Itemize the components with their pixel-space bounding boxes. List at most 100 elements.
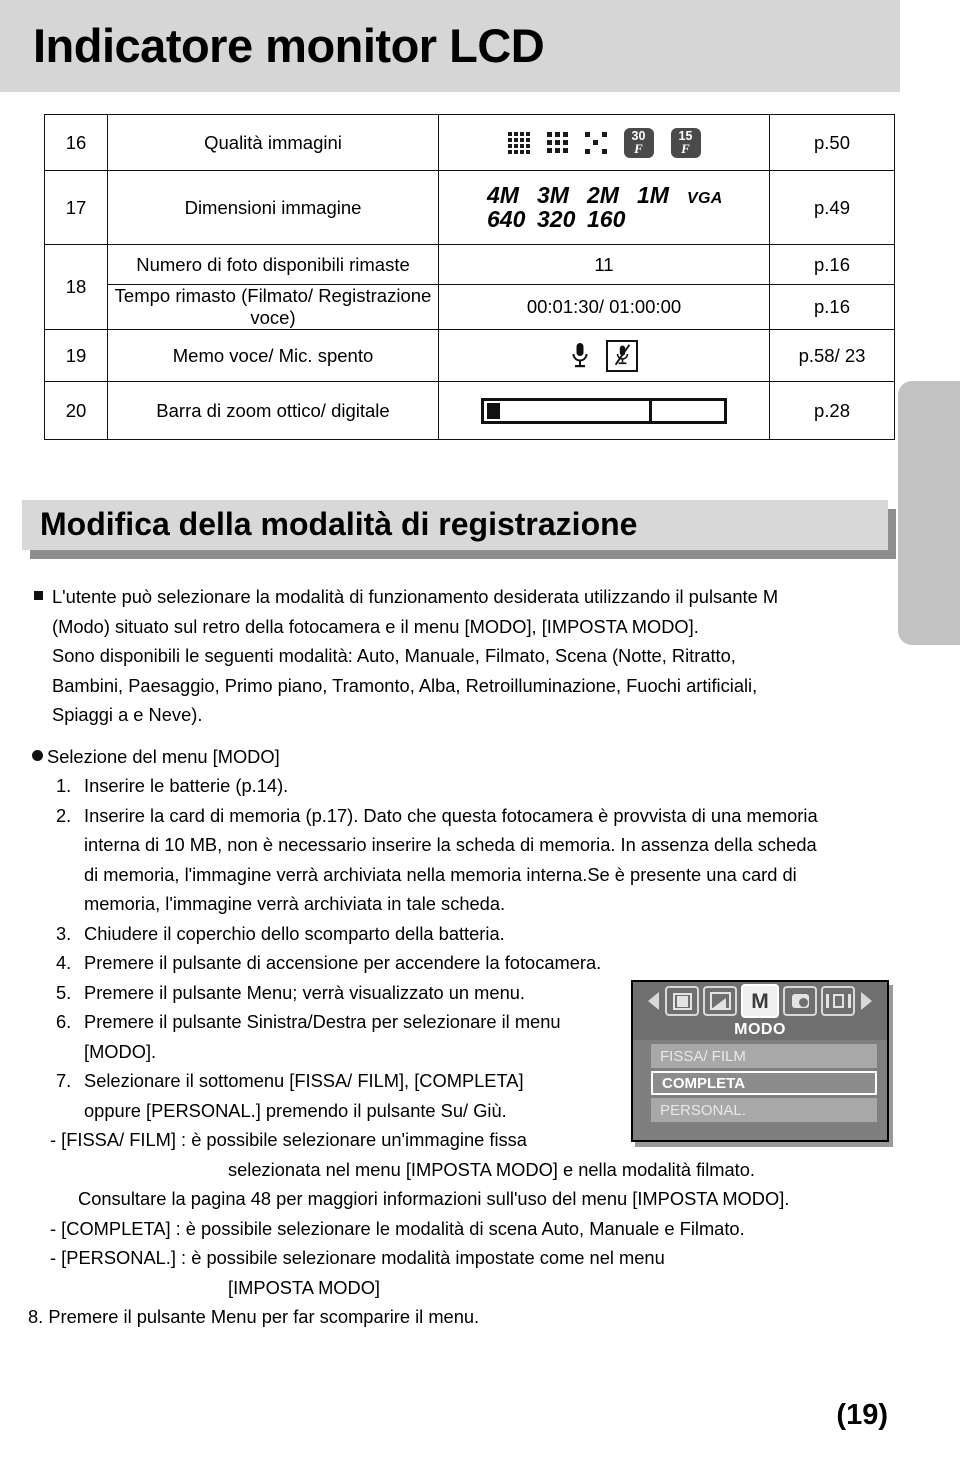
round-bullet-icon xyxy=(32,749,43,761)
lcd-tab-bar: M xyxy=(633,982,887,1020)
row-page-ref: p.50 xyxy=(769,114,895,171)
camera-lcd-menu-panel: M MODO FISSA/ FILM COMPLETA PERSONAL. xyxy=(631,980,889,1142)
framerate-30-icon: 30 F xyxy=(623,127,654,158)
section-heading-text: Modifica della modalità di registrazione xyxy=(40,506,638,542)
table-row: 19 Memo voce/ Mic. spento p.58/ 23 xyxy=(44,329,895,382)
quality-fine-icon xyxy=(546,132,568,153)
tab-mode-m-icon[interactable]: M xyxy=(741,984,779,1018)
table-row: 16 Qualità immagini 30 F 15 F p.50 xyxy=(44,114,895,171)
step-number: 6. xyxy=(56,1011,72,1032)
zoom-bar-optical-segment xyxy=(484,400,652,421)
step-text: interna di 10 MB, non è necessario inser… xyxy=(84,834,817,855)
step-text: di memoria, l'immagine verrà archiviata … xyxy=(84,863,797,885)
row-icons: 4M 3M 2M 1M VGA 640 320 160 1M VGA xyxy=(438,170,770,245)
dash-note: Consultare la pagina 48 per maggiori inf… xyxy=(78,1188,790,1209)
image-size-640: 640 xyxy=(487,205,526,232)
step-number: 4. xyxy=(56,952,72,973)
list-item: 4. Premere il pulsante di accensione per… xyxy=(28,948,918,978)
tab-display-icon[interactable] xyxy=(821,986,855,1016)
image-size-3m: 3M xyxy=(537,182,569,209)
dash-item-continuation: selezionata nel menu [IMPOSTA MODO] e ne… xyxy=(228,1158,755,1180)
image-size-vga: VGA xyxy=(687,190,723,208)
quality-normal-icon xyxy=(584,131,607,154)
image-size-4m: 4M xyxy=(487,182,519,209)
microphone-icon xyxy=(572,342,588,367)
intro-line: Spiaggi a e Neve). xyxy=(52,704,203,725)
list-item: 3. Chiudere il coperchio dello scomparto… xyxy=(28,919,918,949)
film-glyph: F xyxy=(681,140,690,156)
film-glyph: F xyxy=(634,140,643,156)
microphone-off-icon xyxy=(606,339,638,372)
quality-superfine-icon xyxy=(507,131,530,154)
row-icons xyxy=(438,381,770,440)
lcd-menu-item-fissa-film[interactable]: FISSA/ FILM xyxy=(651,1044,877,1068)
row-description: Tempo rimasto (Filmato/ Registrazione vo… xyxy=(107,284,439,330)
step-number: 3. xyxy=(56,922,72,944)
step-number: 7. xyxy=(56,1070,72,1091)
row-icons xyxy=(438,329,770,382)
step-text: memoria, l'immagine verrà archiviata in … xyxy=(84,893,506,914)
step-text: Premere il pulsante di accensione per ac… xyxy=(84,952,602,973)
arrow-right-icon[interactable] xyxy=(861,992,872,1010)
image-size-160: 160 xyxy=(587,205,626,232)
dash-item-continuation: [IMPOSTA MODO] xyxy=(228,1276,381,1298)
tab-playback-icon[interactable] xyxy=(665,986,699,1016)
page-number: (19) xyxy=(836,1399,888,1431)
row-value: 00:01:30/ 01:00:00 xyxy=(438,284,770,330)
list-item: 2. Inserire la card di memoria (p.17). D… xyxy=(28,801,918,919)
lcd-indicator-table: 16 Qualità immagini 30 F 15 F p.50 17 Di… xyxy=(44,114,895,440)
list-item: 1. Inserire le batterie (p.14). xyxy=(28,771,918,801)
arrow-left-icon[interactable] xyxy=(648,992,659,1010)
intro-line: Sono disponibili le seguenti modalità: A… xyxy=(52,645,736,666)
image-size-2m: 2M xyxy=(587,182,619,209)
tab-camera-p-icon[interactable] xyxy=(783,986,817,1016)
page-banner: Indicatore monitor LCD xyxy=(0,0,900,92)
row-page-ref: p.58/ 23 xyxy=(769,329,895,382)
intro-line: L'utente può selezionare la modalità di … xyxy=(52,586,779,607)
final-step: 8. Premere il pulsante Menu per far scom… xyxy=(28,1306,480,1327)
square-bullet-icon xyxy=(34,591,43,600)
lcd-menu-item-completa[interactable]: COMPLETA xyxy=(651,1071,877,1095)
step-text: Inserire le batterie (p.14). xyxy=(84,775,289,796)
row-number: 17 xyxy=(44,170,108,245)
intro-line: (Modo) situato sul retro della fotocamer… xyxy=(52,615,699,637)
lcd-menu-item-personal[interactable]: PERSONAL. xyxy=(651,1098,877,1122)
intro-line: Bambini, Paesaggio, Primo piano, Tramont… xyxy=(52,674,758,696)
step-number: 2. xyxy=(56,804,72,826)
zoom-bar-icon xyxy=(481,397,727,424)
row-page-ref: p.16 xyxy=(769,284,895,330)
menu-selection-heading: Selezione del menu [MODO] xyxy=(28,742,918,772)
row-number: 16 xyxy=(44,114,108,171)
step-number: 5. xyxy=(56,981,72,1003)
framerate-15-icon: 15 F xyxy=(670,127,701,158)
section-heading: Modifica della modalità di registrazione xyxy=(22,500,896,559)
step-text: Chiudere il coperchio dello scomparto de… xyxy=(84,922,505,944)
image-size-320: 320 xyxy=(537,205,576,232)
row-description: Memo voce/ Mic. spento xyxy=(107,329,439,382)
row-number: 20 xyxy=(44,381,108,440)
row-number: 19 xyxy=(44,329,108,382)
row-value: 11 xyxy=(438,244,770,285)
table-row: 20 Barra di zoom ottico/ digitale p.28 xyxy=(44,381,895,440)
tab-scene-icon[interactable] xyxy=(703,986,737,1016)
row-page-ref: p.28 xyxy=(769,381,895,440)
table-row: 18 Numero di foto disponibili rimaste 11… xyxy=(44,244,895,330)
row-page-ref: p.49 xyxy=(769,170,895,245)
menu-selection-label: Selezione del menu [MODO] xyxy=(47,745,280,767)
lcd-menu-title: MODO xyxy=(633,1020,887,1040)
row-description: Barra di zoom ottico/ digitale xyxy=(107,381,439,440)
step-number: 1. xyxy=(56,775,72,796)
intro-paragraph: L'utente può selezionare la modalità di … xyxy=(28,582,918,730)
table-row: 17 Dimensioni immagine 4M 3M 2M 1M VGA 6… xyxy=(44,170,895,245)
body-copy: L'utente può selezionare la modalità di … xyxy=(28,582,918,1332)
row-description: Numero di foto disponibili rimaste xyxy=(107,244,439,285)
tab-mode-m-label: M xyxy=(751,989,769,1013)
table-row: Tempo rimasto (Filmato/ Registrazione vo… xyxy=(45,284,895,330)
row-description: Qualità immagini xyxy=(107,114,439,171)
dash-item: - [PERSONAL.] : è possibile selezionare … xyxy=(50,1247,665,1268)
row-icons: 30 F 15 F xyxy=(438,114,770,171)
page-title: Indicatore monitor LCD xyxy=(33,19,545,72)
zoom-bar-digital-segment xyxy=(652,401,724,421)
row-page-ref: p.16 xyxy=(769,244,895,285)
